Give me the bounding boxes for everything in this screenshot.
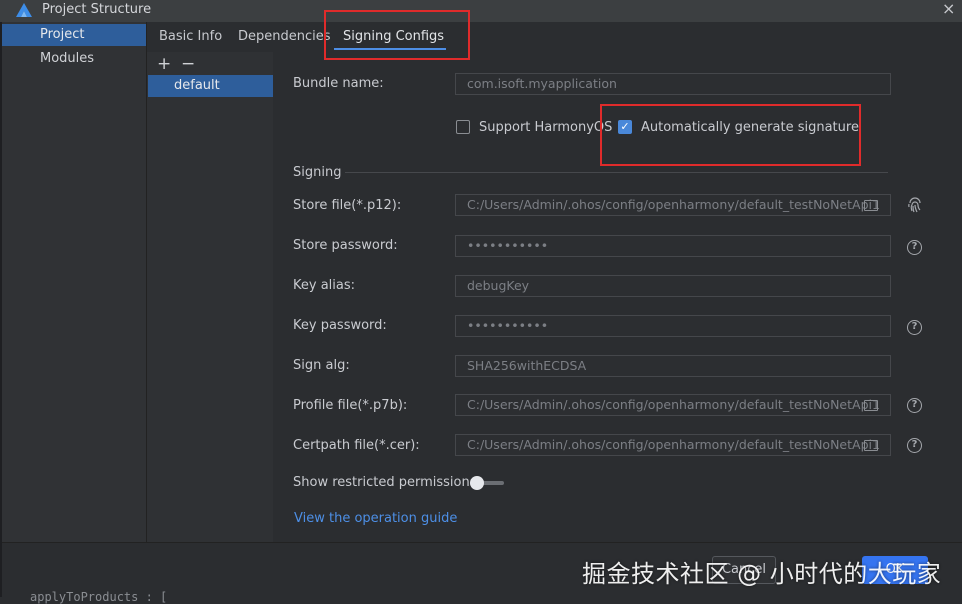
- certpath-file-field[interactable]: C:/Users/Admin/.ohos/config/openharmony/…: [455, 434, 891, 456]
- store-file-field[interactable]: C:/Users/Admin/.ohos/config/openharmony/…: [455, 194, 891, 216]
- toggle-knob[interactable]: [470, 476, 484, 490]
- highlight-box-tab: [324, 10, 470, 60]
- bundle-name-field[interactable]: com.isoft.myapplication: [455, 73, 891, 95]
- close-icon[interactable]: ×: [942, 0, 955, 18]
- profile-file-help-icon[interactable]: ?: [907, 398, 922, 413]
- highlight-box-auto-signature: [600, 104, 861, 166]
- background-code-text: applyToProducts : [: [30, 590, 168, 604]
- certpath-file-label: Certpath file(*.cer):: [293, 438, 420, 453]
- support-harmonyos-checkbox[interactable]: [456, 120, 470, 134]
- left-navigation: [2, 22, 147, 542]
- key-password-help-icon[interactable]: ?: [907, 320, 922, 335]
- watermark-text: 掘金技术社区 @ 小时代的大玩家: [582, 560, 942, 588]
- profile-file-field[interactable]: C:/Users/Admin/.ohos/config/openharmony/…: [455, 394, 891, 416]
- tab-basic-info[interactable]: Basic Info: [159, 29, 222, 44]
- sign-alg-field[interactable]: SHA256withECDSA: [455, 355, 891, 377]
- profile-file-value: C:/Users/Admin/.ohos/config/openharmony/…: [467, 397, 880, 412]
- support-harmonyos-label: Support HarmonyOS: [479, 120, 613, 135]
- show-restricted-label: Show restricted permissions: [293, 475, 477, 490]
- remove-config-icon[interactable]: −: [181, 54, 195, 74]
- certpath-file-help-icon[interactable]: ?: [907, 438, 922, 453]
- key-alias-field[interactable]: debugKey: [455, 275, 891, 297]
- store-password-label: Store password:: [293, 238, 398, 253]
- store-file-value: C:/Users/Admin/.ohos/config/openharmony/…: [467, 197, 880, 212]
- sign-alg-label: Sign alg:: [293, 358, 350, 373]
- add-config-icon[interactable]: +: [157, 54, 171, 74]
- config-item-default[interactable]: default: [148, 75, 273, 97]
- signing-separator: [345, 172, 888, 173]
- certpath-file-value: C:/Users/Admin/.ohos/config/openharmony/…: [467, 437, 880, 452]
- profile-file-label: Profile file(*.p7b):: [293, 398, 408, 413]
- folder-icon[interactable]: [864, 200, 878, 211]
- config-list-panel: [147, 52, 273, 542]
- window-title: Project Structure: [42, 2, 152, 17]
- title-bar: Project Structure ×: [0, 0, 962, 22]
- nav-item-modules[interactable]: Modules: [2, 48, 146, 70]
- key-password-label: Key password:: [293, 318, 387, 333]
- store-file-label: Store file(*.p12):: [293, 198, 402, 213]
- key-alias-label: Key alias:: [293, 278, 356, 293]
- signing-section-title: Signing: [293, 165, 342, 180]
- store-password-help-icon[interactable]: ?: [907, 240, 922, 255]
- tab-dependencies[interactable]: Dependencies: [238, 29, 331, 44]
- operation-guide-link[interactable]: View the operation guide: [294, 511, 457, 526]
- deveco-logo-icon: [16, 3, 32, 17]
- key-password-field[interactable]: •••••••••••: [455, 315, 891, 337]
- fingerprint-icon[interactable]: [906, 196, 924, 214]
- folder-icon[interactable]: [864, 400, 878, 411]
- folder-icon[interactable]: [864, 440, 878, 451]
- store-password-field[interactable]: •••••••••••: [455, 235, 891, 257]
- bundle-name-label: Bundle name:: [293, 76, 384, 91]
- nav-item-project[interactable]: Project: [2, 24, 146, 46]
